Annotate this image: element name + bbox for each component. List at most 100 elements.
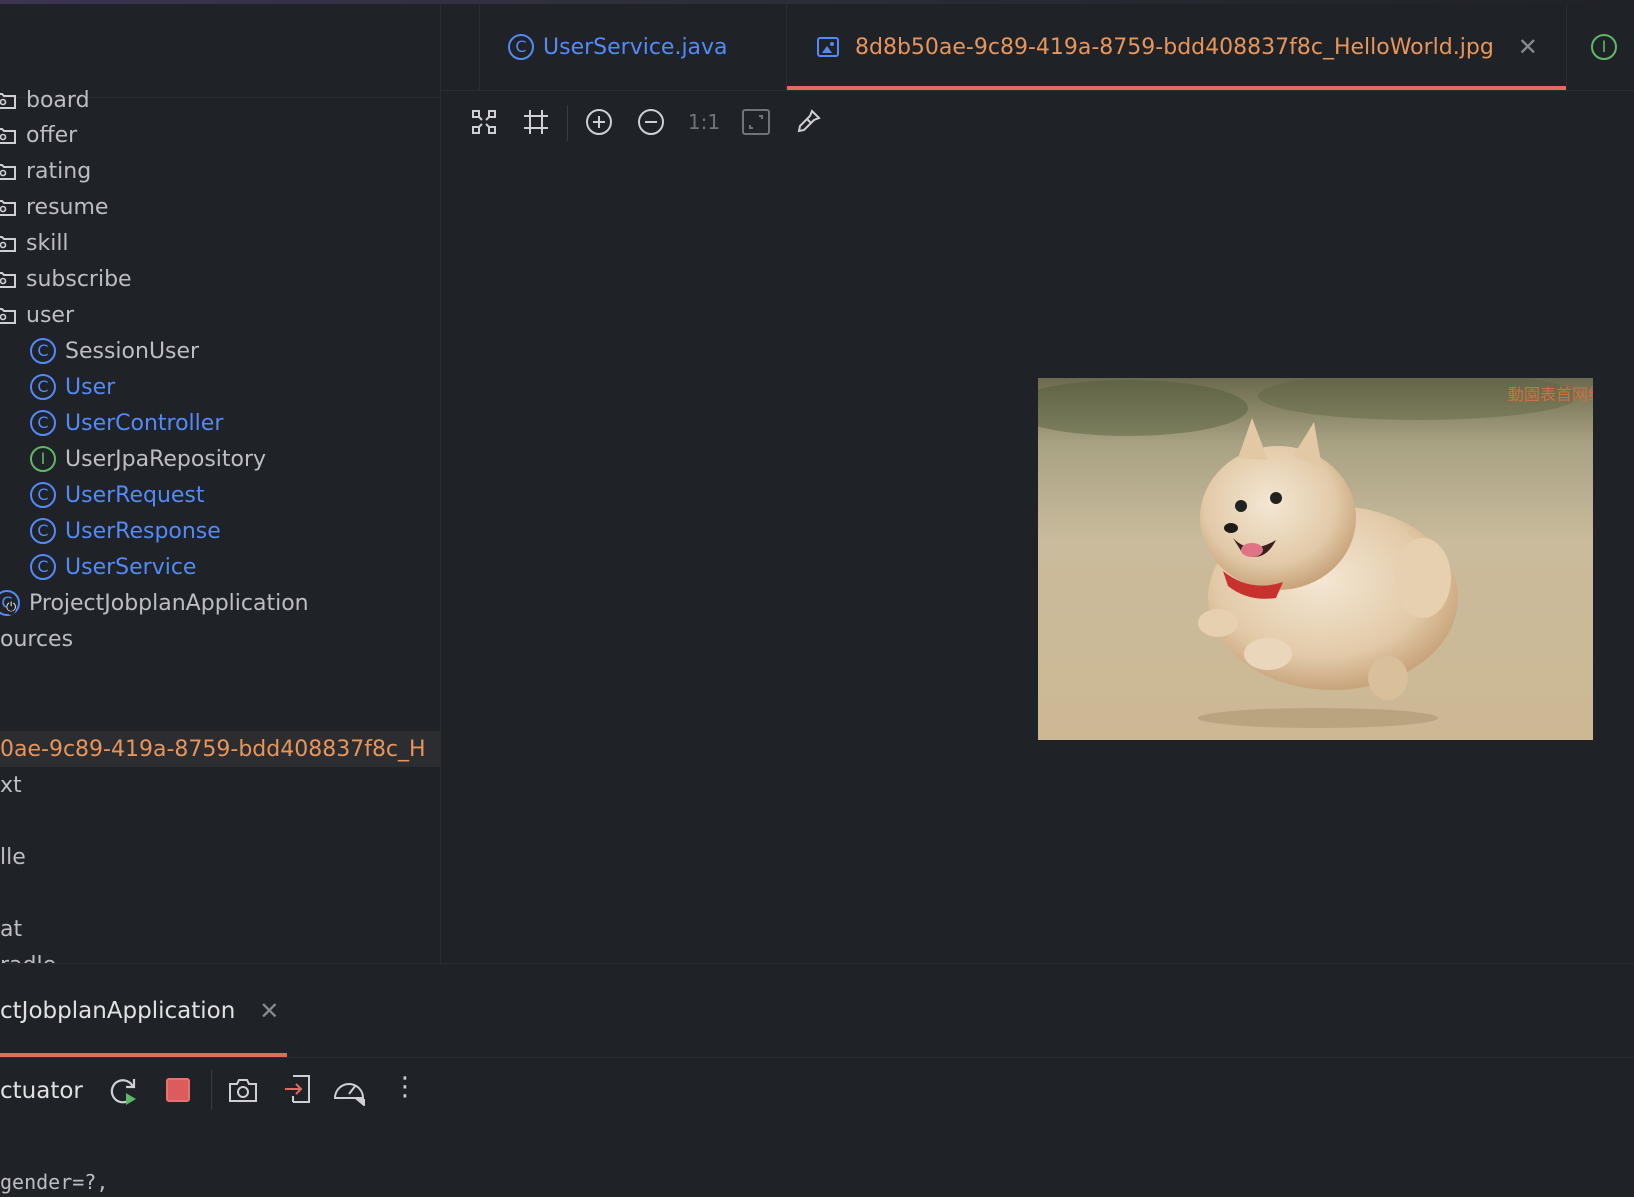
- profiler-button[interactable]: [332, 1074, 366, 1110]
- tree-label: UserService: [65, 554, 197, 580]
- package-folder-icon: [0, 236, 16, 252]
- toolbar-separator: [567, 105, 568, 141]
- actual-size-label: 1:1: [687, 110, 721, 134]
- tree-item-selected-image[interactable]: 0ae-9c89-419a-8759-bdd408837f8c_H: [0, 731, 440, 767]
- pomeranian-photo: 動園表首网络: [1038, 378, 1593, 740]
- tab-label: 8d8b50ae-9c89-419a-8759-bdd408837f8c_Hel…: [855, 34, 1494, 60]
- tab-helloworld-image[interactable]: 8d8b50ae-9c89-419a-8759-bdd408837f8c_Hel…: [787, 4, 1567, 90]
- tree-label: board: [26, 87, 90, 113]
- tree-label: subscribe: [26, 266, 132, 292]
- tree-item-userresponse[interactable]: C UserResponse: [0, 513, 440, 549]
- toolbar-separator: [211, 1070, 212, 1110]
- rerun-icon: [110, 1079, 136, 1105]
- tree-item-userjparepository[interactable]: I UserJpaRepository: [0, 441, 440, 477]
- package-folder-icon: [0, 164, 16, 180]
- more-options-icon[interactable]: ⋮: [392, 1074, 418, 1100]
- tree-item-bat[interactable]: at: [0, 911, 440, 947]
- editor-tab-bar: C UserService.java 8d8b50ae-9c89-419a-87…: [441, 4, 1634, 91]
- fit-screen-icon: [742, 109, 770, 135]
- camera-icon: [229, 1079, 257, 1102]
- package-folder-icon: [0, 272, 16, 288]
- close-tab-icon[interactable]: ✕: [1518, 33, 1538, 61]
- actuator-tab[interactable]: ctuator: [0, 1078, 83, 1104]
- zoom-in-button[interactable]: [584, 107, 614, 137]
- tree-folder-user[interactable]: user: [0, 297, 440, 333]
- color-picker-button[interactable]: [793, 107, 823, 137]
- class-icon: C: [30, 338, 56, 364]
- tab-interface[interactable]: I: [1577, 4, 1634, 90]
- stop-button[interactable]: [166, 1078, 190, 1102]
- class-icon: C: [30, 554, 56, 580]
- image-viewer-toolbar: 1:1: [441, 91, 1634, 157]
- tree-label: 0ae-9c89-419a-8759-bdd408837f8c_H: [0, 736, 426, 762]
- interface-icon: I: [30, 446, 56, 472]
- fit-zoom-button[interactable]: [469, 107, 499, 137]
- tree-item-usercontroller[interactable]: C UserController: [0, 405, 440, 441]
- spring-boot-class-icon: C: [0, 590, 20, 616]
- exit-button[interactable]: [283, 1074, 311, 1108]
- image-preview: 動園表首网络: [1038, 378, 1593, 740]
- tree-item-user[interactable]: C User: [0, 369, 440, 405]
- interface-icon: I: [1591, 34, 1617, 60]
- tree-folder-resume[interactable]: resume: [0, 189, 440, 225]
- zoom-out-button[interactable]: [636, 107, 666, 137]
- zoom-in-icon: [586, 109, 612, 135]
- tree-item-userrequest[interactable]: C UserRequest: [0, 477, 440, 513]
- tree-folder-resources[interactable]: ources: [0, 621, 440, 657]
- tree-label: UserResponse: [65, 518, 221, 544]
- tab-userservice[interactable]: C UserService.java: [479, 4, 787, 90]
- tree-item-txt[interactable]: xt: [0, 767, 440, 803]
- tree-item-settings-gradle[interactable]: radle: [0, 947, 440, 965]
- run-tab[interactable]: ctJobplanApplication ✕: [0, 964, 287, 1057]
- tree-folder-rating[interactable]: rating: [0, 153, 440, 189]
- exit-icon: [285, 1075, 310, 1103]
- fit-to-window-icon: [472, 110, 496, 134]
- tree-label: resume: [26, 194, 109, 220]
- tab-label: UserService.java: [543, 34, 728, 60]
- tree-label: skill: [26, 230, 69, 256]
- tree-label: xt: [0, 772, 22, 798]
- class-icon: C: [30, 518, 56, 544]
- tree-folder-subscribe[interactable]: subscribe: [0, 261, 440, 297]
- grid-button[interactable]: [521, 107, 551, 137]
- console-output-line: gender=?,: [0, 1170, 109, 1194]
- zoom-out-icon: [638, 109, 664, 135]
- tree-item-userservice[interactable]: C UserService: [0, 549, 440, 585]
- fit-to-screen-button[interactable]: [741, 107, 771, 137]
- tree-label: user: [26, 302, 74, 328]
- tree-label: SessionUser: [65, 338, 200, 364]
- tree-label: ProjectJobplanApplication: [29, 590, 309, 616]
- tree-label: UserRequest: [65, 482, 205, 508]
- actual-size-button[interactable]: 1:1: [686, 107, 722, 137]
- run-tool-window: ctJobplanApplication ✕ ctuator ⋮ gender=…: [0, 963, 1634, 1197]
- grid-icon: [524, 110, 548, 134]
- rerun-button[interactable]: [108, 1075, 140, 1107]
- tree-label: UserController: [65, 410, 224, 436]
- tree-label: User: [65, 374, 116, 400]
- tree-folder-offer[interactable]: offer: [0, 117, 440, 153]
- tree-label: at: [0, 916, 23, 942]
- gauge-icon: [333, 1083, 365, 1108]
- screenshot-button[interactable]: [228, 1076, 258, 1108]
- package-folder-icon: [0, 128, 16, 144]
- tree-folder-board[interactable]: board: [0, 82, 440, 118]
- close-run-tab-icon[interactable]: ✕: [259, 997, 279, 1025]
- tree-label: lle: [0, 844, 26, 870]
- tree-item-sessionuser[interactable]: C SessionUser: [0, 333, 440, 369]
- tree-label: ources: [0, 626, 74, 652]
- eyedropper-icon: [797, 109, 821, 133]
- tree-label: offer: [26, 122, 78, 148]
- watermark: 動園表首网络: [1508, 385, 1593, 404]
- tree-item-gradle[interactable]: lle: [0, 839, 440, 875]
- class-icon: C: [30, 410, 56, 436]
- run-tab-label: ctJobplanApplication: [0, 997, 236, 1024]
- class-icon: C: [508, 34, 534, 60]
- project-tree: board offer rating resume skill subscrib…: [0, 4, 441, 964]
- run-toolbar: ctuator ⋮: [0, 1058, 500, 1124]
- class-icon: C: [30, 374, 56, 400]
- tree-label: rating: [26, 158, 92, 184]
- tree-item-application[interactable]: C ProjectJobplanApplication: [0, 585, 440, 621]
- class-icon: C: [30, 482, 56, 508]
- tree-folder-skill[interactable]: skill: [0, 225, 440, 261]
- tree-label: UserJpaRepository: [65, 446, 267, 472]
